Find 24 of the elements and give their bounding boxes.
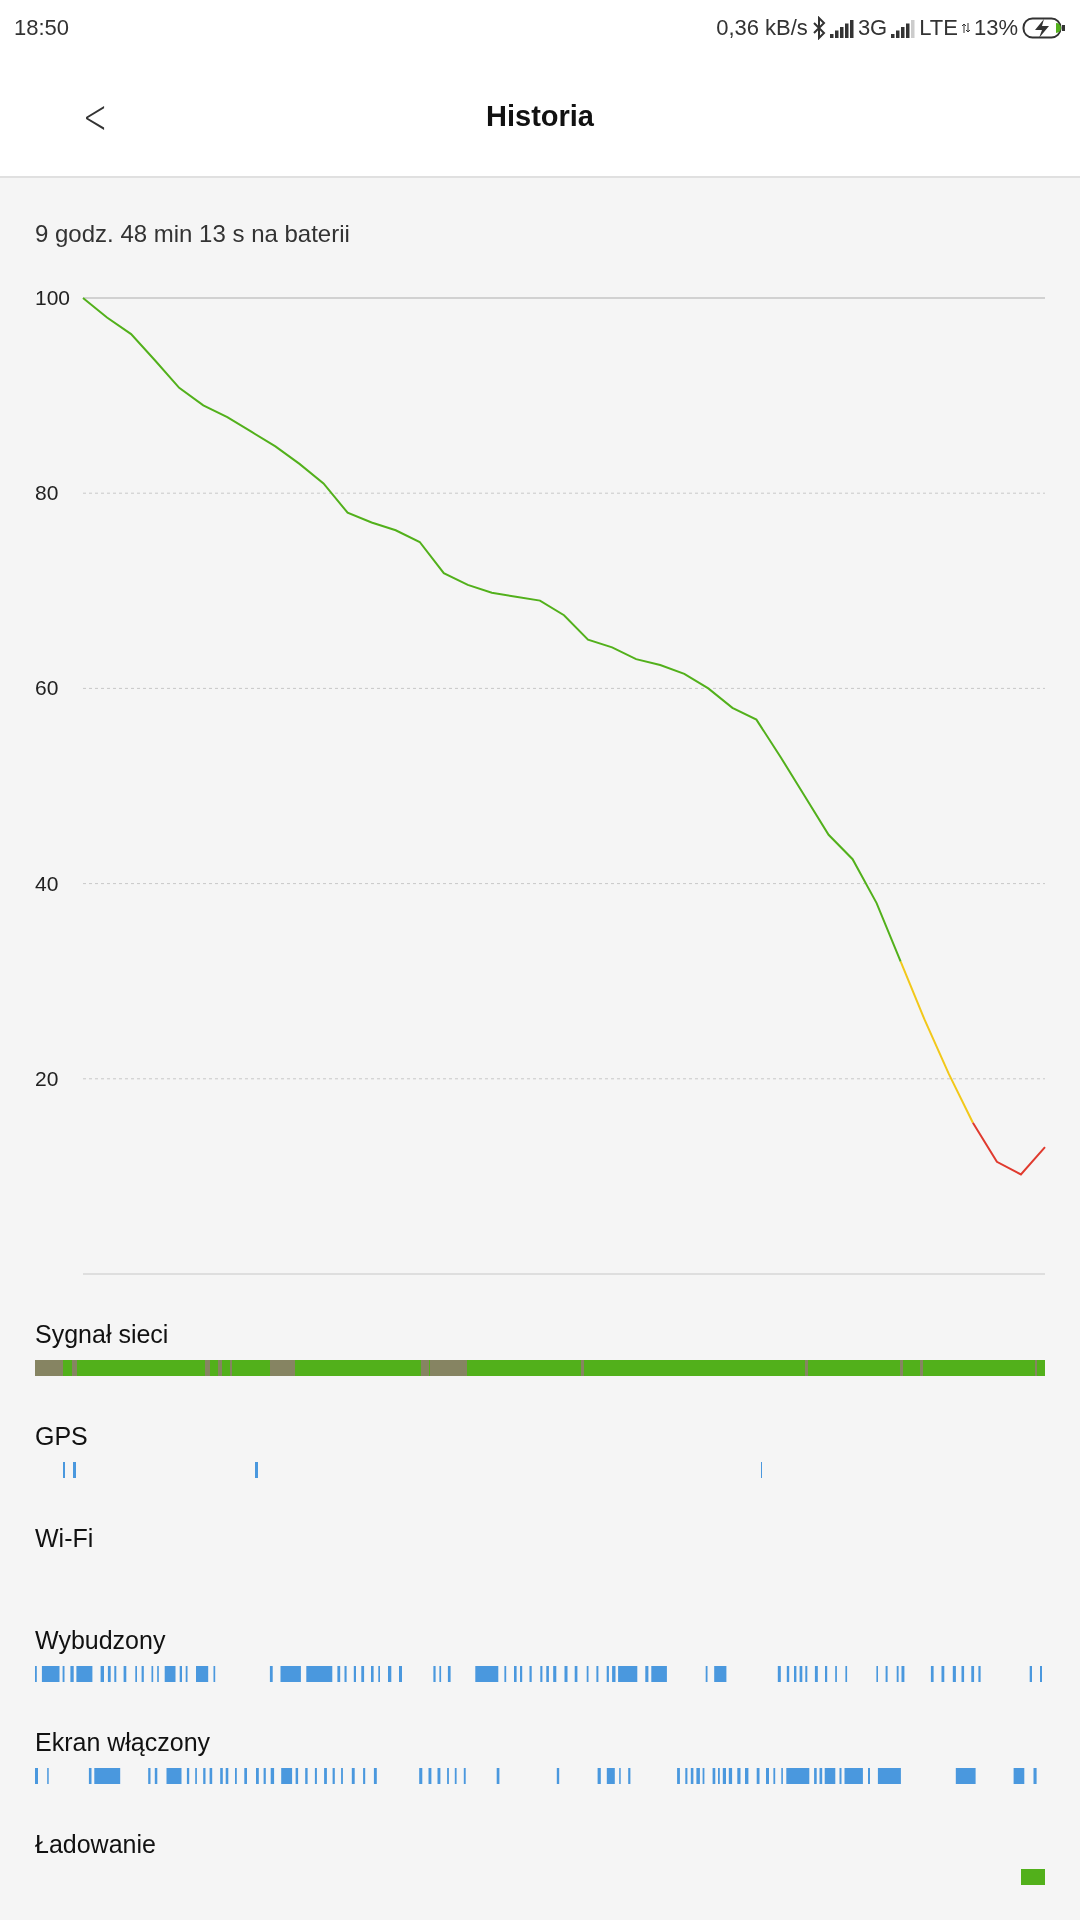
clock: 18:50 (14, 15, 70, 41)
battery-duration: 9 godz. 48 min 13 s na baterii (35, 220, 351, 248)
axis-label: 60 (35, 676, 59, 700)
track-label: Sygnał sieci (35, 1320, 170, 1350)
axis-label: 20 (35, 1066, 59, 1090)
network-type: LTE (919, 15, 958, 41)
signal-icon (829, 18, 854, 38)
axis-label: 80 (35, 481, 59, 505)
page-title: Historia (486, 99, 594, 133)
track-label: Ekran włączony (35, 1728, 212, 1758)
network-type: 3G (857, 15, 888, 41)
bluetooth-icon (811, 16, 826, 40)
axis-label: 100 (35, 286, 71, 309)
track-label: Wi-Fi (35, 1524, 95, 1554)
track-label: GPS (35, 1422, 89, 1452)
data-arrows-icon (961, 22, 970, 34)
back-button[interactable]: < (68, 88, 122, 144)
charging-timeline (1021, 1869, 1045, 1885)
battery-percent: 13% (973, 15, 1018, 41)
signal-icon (891, 18, 916, 38)
track-label: Ładowanie (35, 1830, 157, 1860)
track-label: Wybudzony (35, 1626, 167, 1656)
axis-label: 40 (35, 871, 59, 895)
network-speed: 0,36 kB/s (716, 15, 808, 41)
